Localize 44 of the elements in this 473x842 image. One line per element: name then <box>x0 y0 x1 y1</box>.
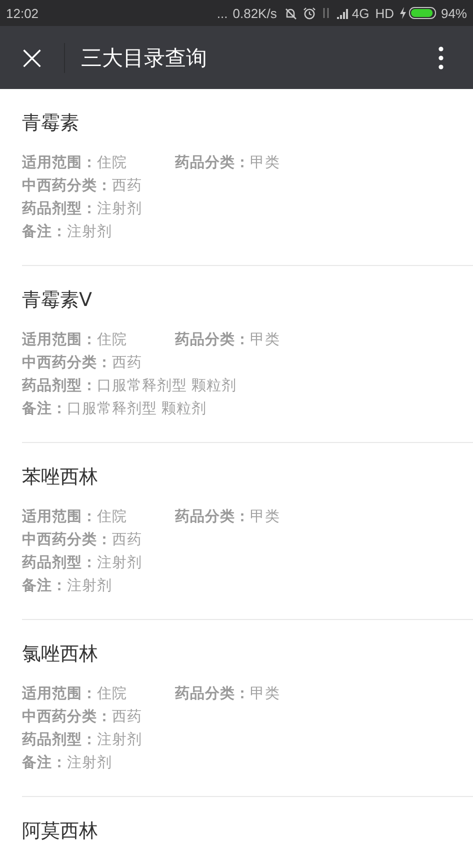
network-speed: 0.82K/s <box>232 6 277 20</box>
drug-item[interactable]: 氯唑西林 适用范围：住院 药品分类：甲类 中西药分类：西药 药品剂型：注射剂 备注：注射剂 <box>22 620 473 797</box>
drug-item[interactable]: 阿莫西林 <box>22 797 473 842</box>
field-text: 药品剂型：注射剂 <box>22 730 142 750</box>
drug-name: 氯唑西林 <box>22 642 99 667</box>
drug-name: 青霉素V <box>22 288 93 313</box>
close-button[interactable]: × <box>0 26 64 89</box>
network-type: 4G <box>352 6 370 20</box>
charging-icon <box>398 7 407 19</box>
field-text: 适用范围：住院 <box>22 154 128 173</box>
field-text: 药品剂型：注射剂 <box>22 199 142 219</box>
drug-item[interactable]: 青霉素V 适用范围：住院 药品分类：甲类 中西药分类：西药 药品剂型：口服常释剂型 颗粒剂 备注：口服常释剂型 颗粒剂 <box>22 266 473 443</box>
alarm-icon <box>302 6 316 20</box>
drug-item[interactable]: 苯唑西林 适用范围：住院 药品分类：甲类 中西药分类：西药 药品剂型：注射剂 备注：注射剂 <box>22 443 473 620</box>
field-text: 药品分类：甲类 <box>175 684 280 704</box>
signal-icon <box>336 8 350 18</box>
field-text: 中西药分类：西药 <box>22 530 142 550</box>
drug-item[interactable]: 青霉素 适用范围：住院 药品分类：甲类 中西药分类：西药 药品剂型：注射剂 备注：注射剂 <box>22 89 473 266</box>
more-dots: ... <box>216 6 228 20</box>
field-text: 药品分类：甲类 <box>175 508 280 527</box>
field-text: 中西药分类：西药 <box>22 176 142 196</box>
field-text: 备注：口服常释剂型 颗粒剂 <box>22 400 207 419</box>
field-text: 备注：注射剂 <box>22 222 112 242</box>
field-text: 药品分类：甲类 <box>175 330 280 350</box>
field-text: 备注：注射剂 <box>22 754 112 773</box>
drug-name: 阿莫西林 <box>22 819 99 842</box>
muted-bell-icon <box>284 6 297 20</box>
hd-label: HD <box>375 6 394 20</box>
more-menu-icon[interactable] <box>437 46 445 70</box>
time: 12:02 <box>6 6 39 20</box>
drug-name: 青霉素 <box>22 111 80 136</box>
battery-percent: 94% <box>440 6 467 20</box>
field-text: 适用范围：住院 <box>22 684 128 704</box>
page-title: 三大目录查询 <box>81 44 208 72</box>
field-text: 药品剂型：注射剂 <box>22 553 142 573</box>
field-text: 适用范围：住院 <box>22 508 128 527</box>
field-text: 中西药分类：西药 <box>22 708 142 727</box>
field-text: 适用范围：住院 <box>22 330 128 350</box>
field-text: 药品分类：甲类 <box>175 154 280 173</box>
battery-icon <box>408 7 437 19</box>
field-text: 中西药分类：西药 <box>22 354 142 373</box>
field-text: 备注：注射剂 <box>22 576 112 596</box>
drug-name: 苯唑西林 <box>22 465 99 490</box>
field-text: 药品剂型：口服常释剂型 颗粒剂 <box>22 376 237 396</box>
